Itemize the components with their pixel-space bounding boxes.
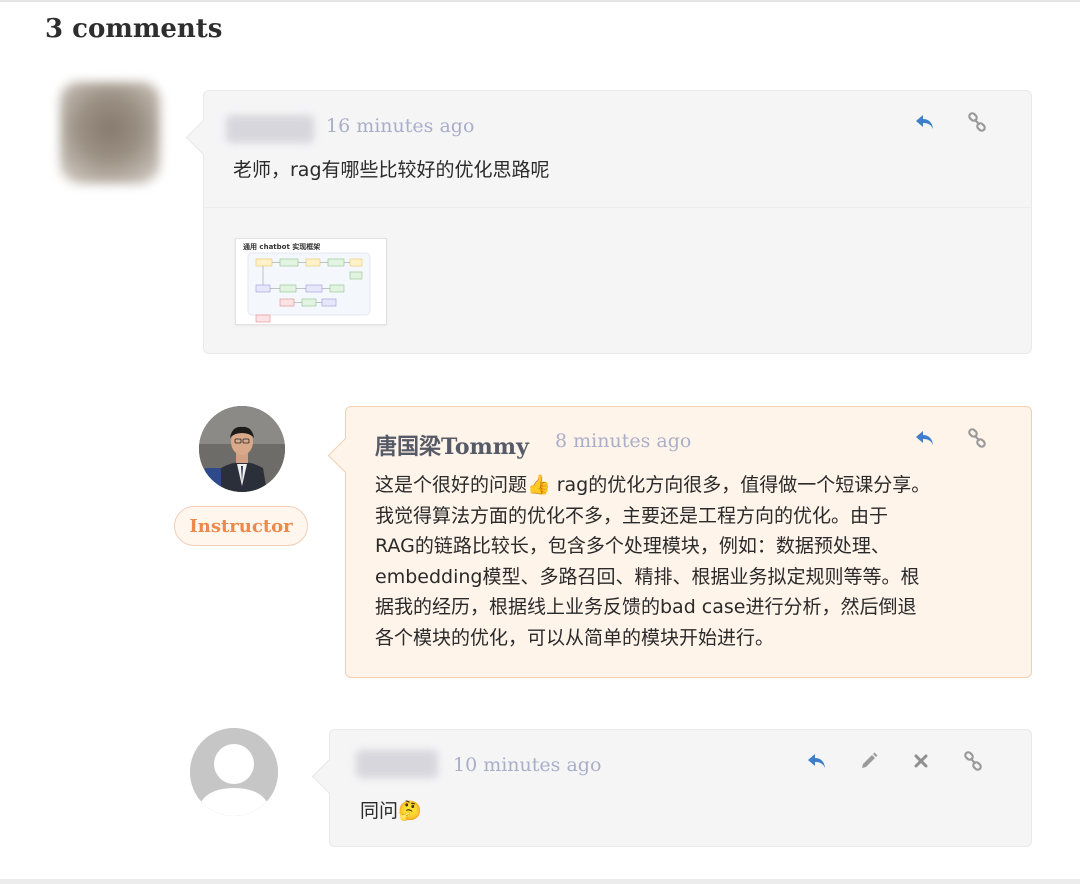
reply-icon[interactable] [908, 421, 942, 455]
comment-author-name[interactable] [226, 115, 314, 143]
comment-card: 16 minutes ago 老师，rag有哪些比较好的优化思路呢 通用 cha… [185, 90, 1032, 354]
comment-author-name[interactable] [356, 750, 438, 778]
comment-text: 这是个很好的问题👍 rag的优化方向很多，值得做一个短课分享。 我觉得算法方面的… [375, 474, 931, 649]
reply-icon[interactable] [800, 744, 834, 778]
edit-icon[interactable] [852, 744, 886, 778]
link-icon[interactable] [960, 421, 994, 455]
comment-text: 同问🤔 [360, 800, 422, 822]
comment-text: 老师，rag有哪些比较好的优化思路呢 [233, 159, 550, 181]
attachment-title: 通用 chatbot 实现框架 [243, 243, 321, 251]
comment-actions [908, 421, 994, 455]
attachment-divider [204, 207, 1031, 208]
speech-pointer [185, 119, 222, 156]
comment-timestamp[interactable]: 10 minutes ago [453, 754, 601, 776]
comment-author-name[interactable]: 唐国梁Tommy [375, 429, 529, 461]
comment-card: 10 minutes ago 同问🤔 [311, 729, 1032, 847]
image-thumbnail[interactable]: 通用 chatbot 实现框架 [235, 238, 387, 325]
comment-actions [908, 105, 994, 139]
comment-actions [800, 744, 990, 778]
link-icon[interactable] [956, 744, 990, 778]
avatar[interactable] [60, 82, 160, 184]
comments-count-heading: 3 comments [45, 14, 223, 44]
comment-card-instructor: 唐国梁Tommy 8 minutes ago 这是个很好的问题👍 rag的优化方… [327, 406, 1032, 678]
comment-timestamp[interactable]: 16 minutes ago [326, 115, 474, 137]
reply-icon[interactable] [908, 105, 942, 139]
default-avatar-icon[interactable] [190, 728, 278, 816]
comment-timestamp[interactable]: 8 minutes ago [555, 430, 691, 452]
link-icon[interactable] [960, 105, 994, 139]
instructor-avatar[interactable] [199, 406, 285, 492]
speech-pointer [327, 437, 364, 474]
instructor-badge: Instructor [174, 506, 308, 546]
delete-icon[interactable] [904, 744, 938, 778]
speech-pointer [311, 758, 348, 795]
